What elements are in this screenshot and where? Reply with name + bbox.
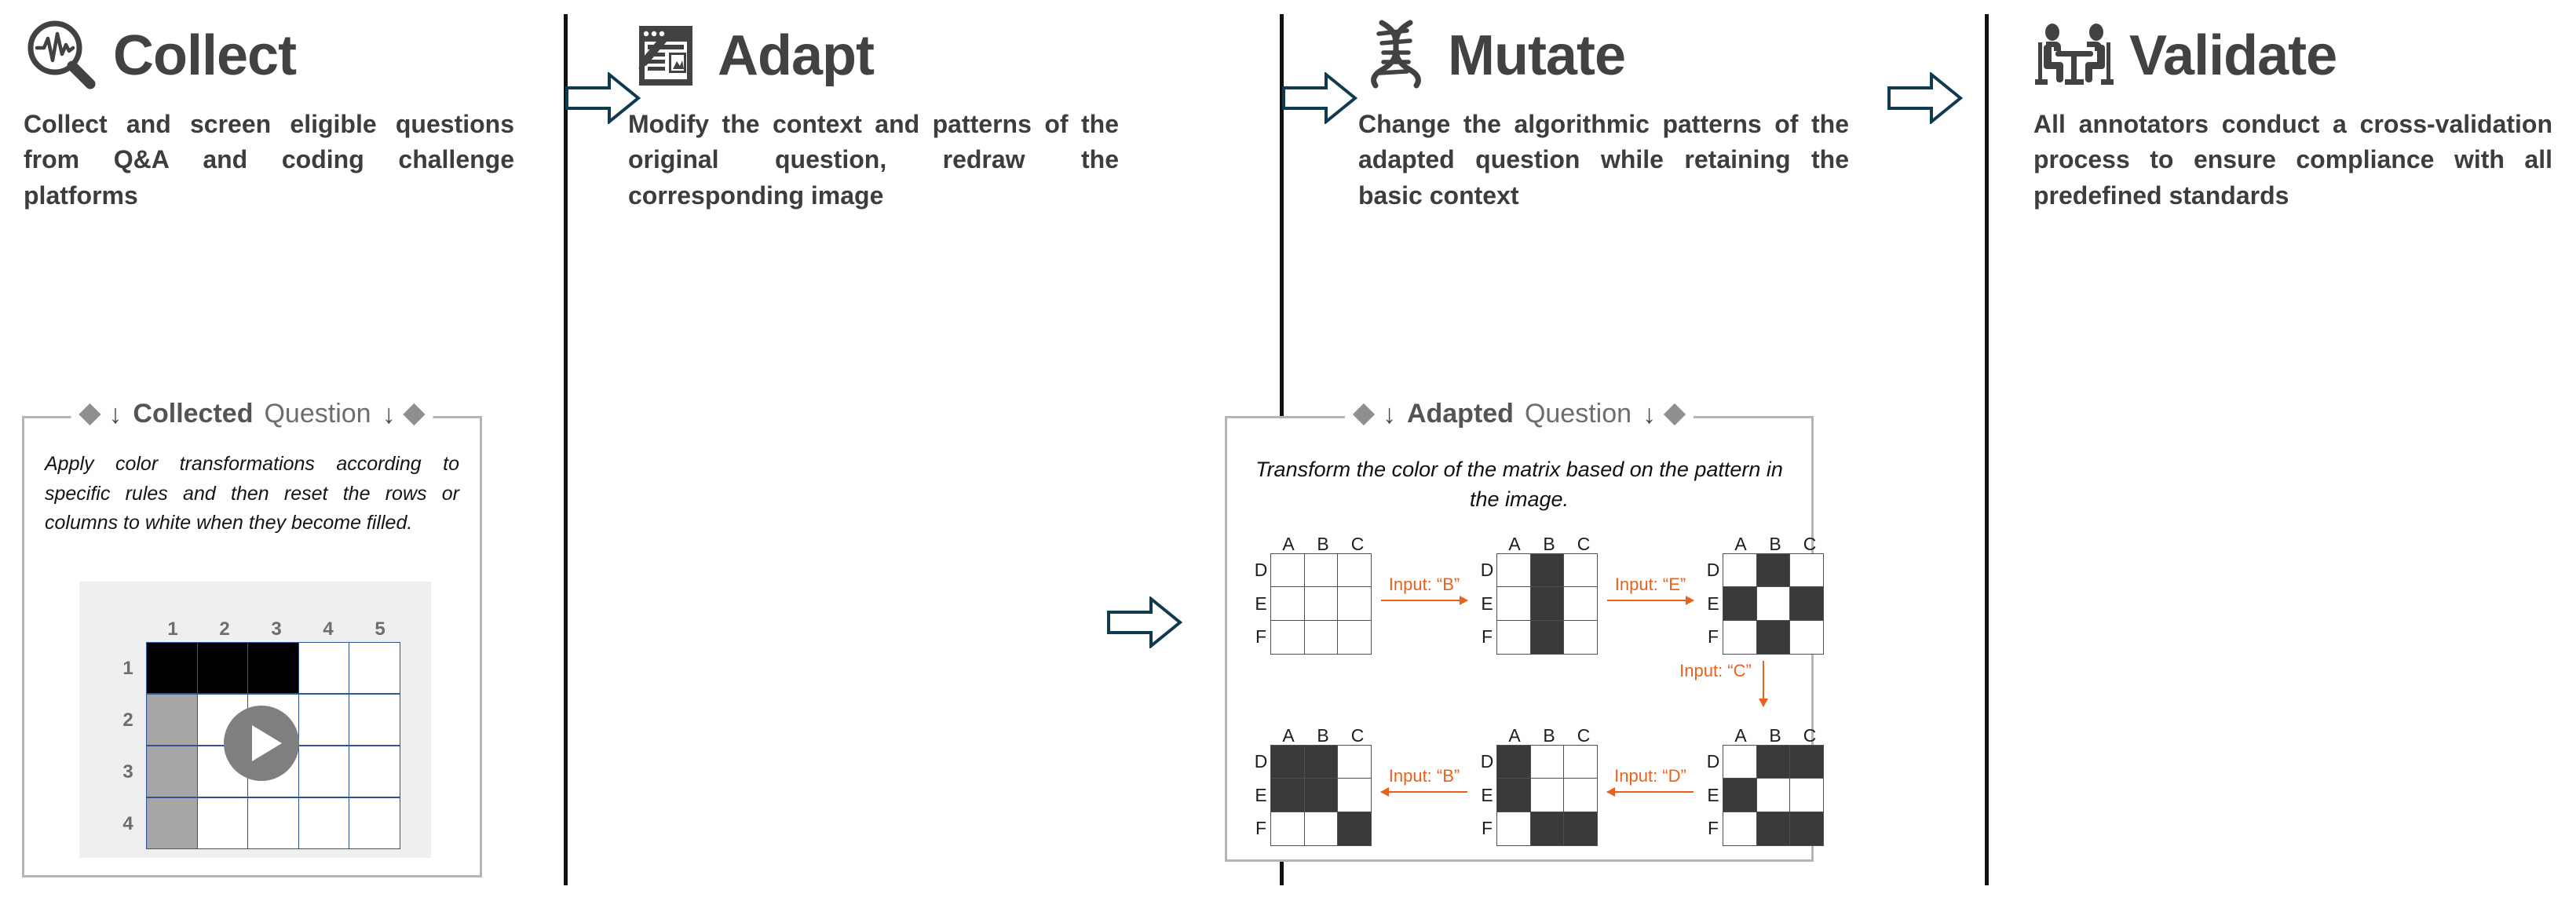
stage-collect-title: Collect	[113, 24, 297, 87]
stage-validate-description: All annotators conduct a cross-validatio…	[2033, 110, 2552, 210]
grid-row-header: 2	[122, 710, 133, 731]
stage-adapt-title: Adapt	[718, 24, 875, 87]
grid-cell	[298, 746, 350, 798]
grid-cell	[298, 642, 350, 695]
grid-cell	[146, 642, 199, 695]
matrix-cell	[1303, 811, 1339, 846]
diamond-marker-left-icon	[79, 403, 101, 425]
grid-cell	[146, 746, 199, 798]
stage-collect: Collect Collect and screen eligible ques…	[0, 0, 542, 912]
play-button-icon[interactable]	[224, 706, 299, 781]
grid-cell	[349, 746, 401, 798]
dna-helix-icon	[1358, 16, 1434, 96]
matrix-cell	[1270, 586, 1306, 622]
stage-collect-description: Collect and screen eligible questions fr…	[24, 110, 514, 210]
collected-label-plain: Question	[264, 399, 371, 429]
down-arrow-right-icon: ↓	[382, 399, 396, 429]
grid-col-header: 4	[323, 618, 334, 640]
stage-adapt: Adapt Modify the context and patterns of…	[605, 0, 1825, 912]
grid-col-header: 1	[167, 618, 178, 640]
matrix-row-header: D	[1254, 751, 1268, 772]
stage-adapt-header: Adapt	[605, 0, 1225, 94]
stage-mutate: Mutate Change the algorithmic patterns o…	[1335, 0, 1963, 912]
matrix-cell	[1270, 744, 1306, 779]
stage-validate-header: Validate	[2010, 0, 2576, 94]
matrix-row-header: D	[1254, 560, 1268, 581]
collected-question-text: Apply color transformations according to…	[45, 453, 459, 534]
matrix-col-header: A	[1282, 533, 1295, 554]
matrix-cell	[1303, 778, 1339, 813]
grid-row-header: 3	[122, 761, 133, 782]
grid-row: 1	[122, 642, 406, 695]
matrix-row-header: F	[1255, 626, 1267, 648]
grid-col-header: 5	[375, 618, 385, 640]
matrix-cell	[1303, 619, 1339, 655]
document-edit-image-icon	[628, 16, 703, 96]
grid-cell	[196, 797, 249, 850]
pipeline-figure: Collect Collect and screen eligible ques…	[0, 0, 2576, 912]
down-arrow-left-icon: ↓	[108, 399, 122, 429]
grid-cell	[247, 797, 300, 850]
column-divider-3	[1985, 14, 1989, 885]
column-divider-1	[564, 14, 568, 885]
matrix-row-header: F	[1255, 818, 1267, 839]
diamond-marker-right-icon	[403, 403, 426, 425]
grid-col-header: 3	[271, 618, 282, 640]
collected-question-card: ↓ Collected Question ↓ Apply color trans…	[22, 399, 482, 877]
stage-mutate-title: Mutate	[1448, 24, 1626, 87]
grid-cell	[146, 694, 199, 746]
grid-cell	[349, 694, 401, 746]
grid-col-header: 2	[219, 618, 230, 640]
grid-cell	[146, 797, 199, 850]
matrix-cell	[1270, 553, 1306, 588]
collected-question-grid-image: 1 2 3 4 5 1 2 3 4	[79, 582, 431, 858]
stage-collect-header: Collect	[0, 0, 542, 94]
grid-cell	[349, 642, 401, 695]
matrix-cell	[1270, 811, 1306, 846]
grid-cell	[298, 797, 350, 850]
matrix-cell	[1303, 586, 1339, 622]
matrix-cell	[1270, 778, 1306, 813]
grid-row: 4	[122, 797, 406, 850]
grid-cell	[298, 694, 350, 746]
matrix-row-header: E	[1255, 784, 1267, 805]
matrix-cell	[1270, 619, 1306, 655]
matrix-cell	[1303, 744, 1339, 779]
grid-cell	[247, 642, 300, 695]
grid-column-headers: 1 2 3 4 5	[147, 616, 406, 643]
stage-validate-title: Validate	[2129, 24, 2337, 87]
grid-row-header: 1	[122, 658, 133, 679]
grid-cell	[349, 797, 401, 850]
matrix-cell	[1303, 553, 1339, 588]
grid-row-header: 4	[122, 813, 133, 834]
stage-mutate-header: Mutate	[1335, 0, 1963, 94]
stage-mutate-description: Change the algorithmic patterns of the a…	[1358, 110, 1849, 210]
collected-question-label: ↓ Collected Question ↓	[71, 399, 433, 429]
grid-cell	[196, 642, 249, 695]
matrix-row-header: E	[1255, 593, 1267, 614]
magnifier-pulse-icon	[24, 16, 99, 96]
stage-validate: Validate All annotators conduct a cross-…	[2010, 0, 2576, 912]
collected-label-strong: Collected	[133, 399, 254, 429]
people-at-table-icon	[2033, 16, 2115, 96]
stage-adapt-description: Modify the context and patterns of the o…	[628, 110, 1119, 210]
matrix-col-header: A	[1282, 724, 1295, 746]
